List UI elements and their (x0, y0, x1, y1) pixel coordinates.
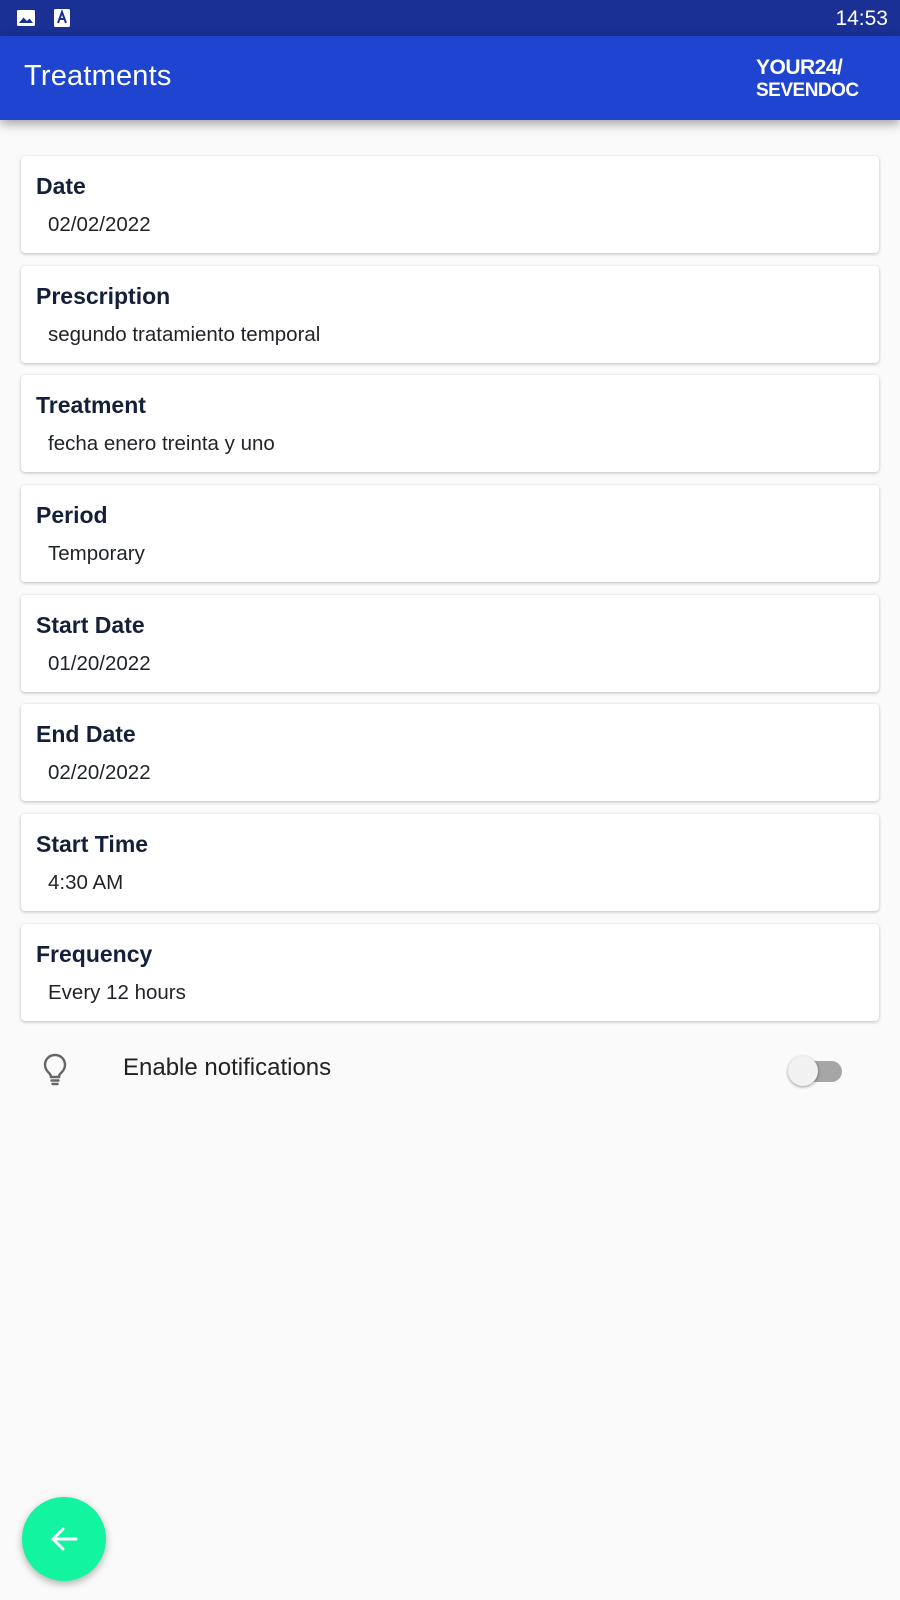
detail-value: 02/20/2022 (48, 761, 151, 785)
arrow-back-icon (51, 1527, 78, 1551)
toggle-thumb (788, 1056, 818, 1086)
app-bar: Treatments YOUR24/ SEVENDOC (0, 36, 900, 120)
back-button[interactable] (22, 1497, 106, 1581)
svg-text:SEVENDOC: SEVENDOC (756, 80, 859, 101)
detail-card-frequency: Frequency Every 12 hours (21, 923, 879, 1021)
detail-label: Frequency (36, 940, 153, 967)
svg-text:YOUR24/: YOUR24/ (756, 56, 843, 79)
detail-value: 02/02/2022 (48, 213, 151, 236)
detail-card-period: Period Temporary (21, 485, 879, 583)
lightbulb-icon (41, 1052, 69, 1086)
detail-label: Prescription (36, 282, 171, 309)
detail-card-treatment: Treatment fecha enero treinta y uno (21, 375, 879, 473)
detail-card-prescription: Prescription segundo tratamiento tempora… (21, 265, 879, 363)
detail-card-start-date: Start Date 01/20/2022 (21, 594, 879, 692)
detail-value: 01/20/2022 (48, 651, 151, 675)
treatment-details: Date 02/02/2022 Prescription segundo tra… (21, 156, 879, 1034)
notifications-row: Enable notifications (21, 1030, 879, 1106)
detail-label: Start Date (36, 611, 145, 638)
detail-value: Every 12 hours (48, 980, 186, 1004)
detail-value: 4:30 AM (48, 871, 124, 895)
page-title: Treatments (24, 60, 172, 92)
detail-label: Treatment (36, 392, 146, 419)
detail-value: Temporary (48, 542, 145, 566)
detail-card-date: Date 02/02/2022 (21, 156, 879, 253)
detail-label: Period (36, 502, 108, 529)
status-bar: 14:53 (0, 0, 900, 36)
detail-value: fecha enero treinta y uno (48, 432, 275, 456)
detail-value: segundo tratamiento temporal (48, 322, 321, 346)
detail-label: Start Time (36, 831, 149, 858)
notifications-toggle[interactable] (786, 1052, 850, 1086)
notifications-label: Enable notifications (123, 1054, 332, 1081)
text-a-icon (52, 8, 72, 28)
detail-label: End Date (36, 721, 136, 748)
detail-card-end-date: End Date 02/20/2022 (21, 704, 879, 802)
detail-card-start-time: Start Time 4:30 AM (21, 814, 879, 912)
detail-label: Date (36, 173, 86, 199)
status-time: 14:53 (835, 7, 888, 30)
image-icon (16, 8, 36, 28)
app-logo: YOUR24/ SEVENDOC (756, 56, 860, 101)
